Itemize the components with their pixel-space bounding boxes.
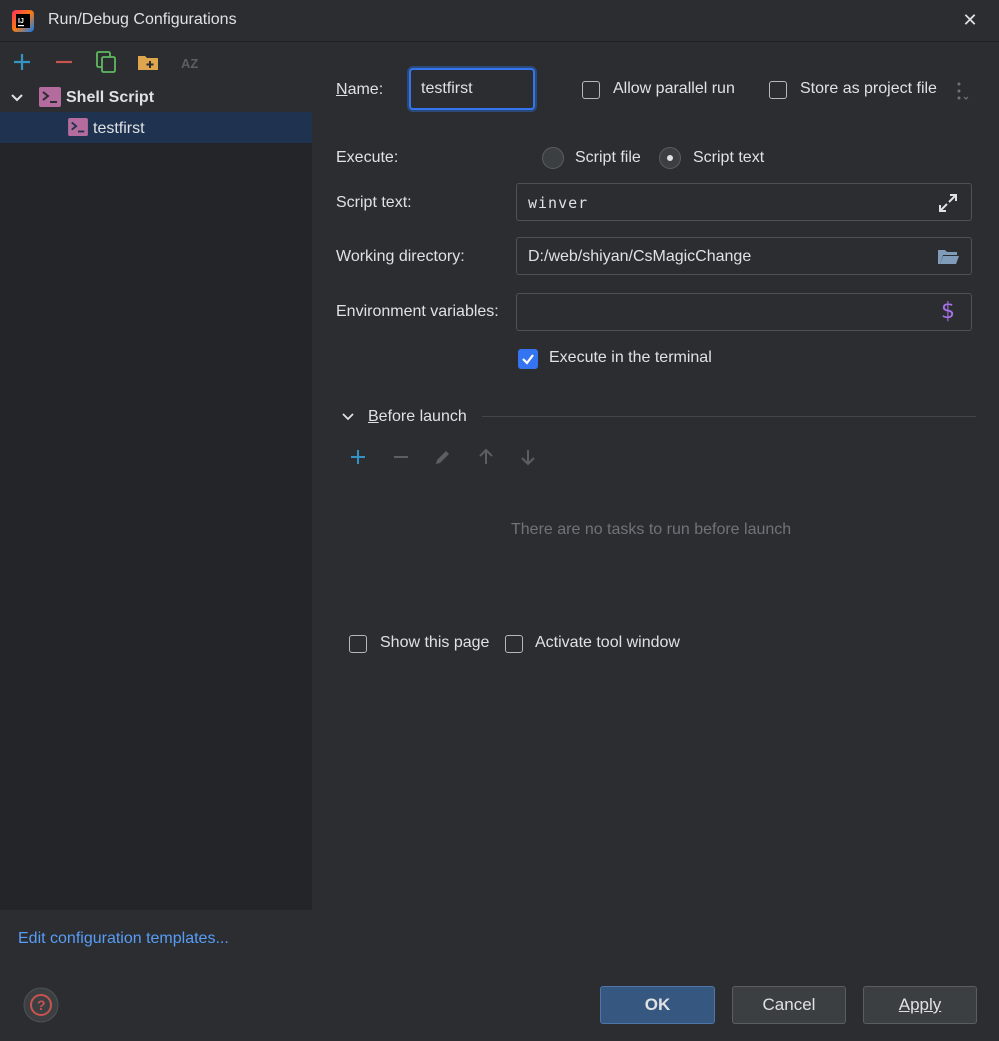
tree-empty-area — [0, 143, 312, 910]
move-up-icon — [479, 448, 493, 464]
more-options-icon[interactable] — [954, 80, 972, 102]
activate-tool-label: Activate tool window — [535, 634, 680, 651]
copy-icon[interactable] — [93, 49, 119, 75]
store-project-label: Store as project file — [800, 80, 937, 97]
no-tasks-message: There are no tasks to run before launch — [511, 521, 792, 538]
tree-item-testfirst[interactable]: testfirst — [0, 112, 312, 143]
help-icon[interactable]: ? — [23, 987, 59, 1023]
env-vars-field[interactable]: $ — [516, 293, 972, 331]
add-task-icon[interactable] — [348, 447, 368, 467]
radio-script-file-label: Script file — [575, 149, 641, 166]
divider — [482, 416, 976, 417]
cancel-button[interactable]: Cancel — [732, 986, 846, 1024]
edit-task-icon — [436, 451, 449, 464]
radio-script-text-label: Script text — [693, 149, 765, 166]
add-icon[interactable] — [9, 49, 35, 75]
remove-task-icon — [394, 456, 408, 458]
script-text-field[interactable]: winver — [516, 183, 972, 221]
working-dir-field[interactable]: D:/web/shiyan/CsMagicChange — [516, 237, 972, 275]
move-down-icon — [521, 450, 535, 466]
env-vars-label: Environment variables: — [336, 303, 499, 320]
edit-templates-link[interactable]: Edit configuration templates... — [18, 930, 229, 948]
folder-add-icon[interactable] — [135, 49, 161, 75]
checkmark-icon — [522, 354, 534, 365]
execute-label: Execute: — [336, 149, 399, 166]
dollar-icon[interactable]: $ — [941, 299, 955, 324]
activate-tool-checkbox[interactable] — [505, 635, 523, 653]
shell-script-icon — [68, 118, 88, 136]
working-dir-label: Working directory: — [336, 248, 465, 265]
expand-icon[interactable] — [937, 192, 959, 214]
name-input[interactable] — [409, 68, 535, 110]
store-project-checkbox[interactable] — [769, 81, 787, 99]
execute-terminal-checkbox[interactable] — [518, 349, 538, 369]
allow-parallel-label: Allow parallel run — [613, 80, 735, 97]
show-page-label: Show this page — [380, 634, 490, 651]
svg-text:?: ? — [37, 997, 46, 1013]
script-text-label: Script text: — [336, 194, 412, 211]
svg-text:AZ: AZ — [181, 56, 198, 71]
before-launch-label[interactable]: Before launch — [368, 408, 467, 426]
allow-parallel-checkbox[interactable] — [582, 81, 600, 99]
chevron-down-icon[interactable] — [340, 409, 356, 425]
remove-icon[interactable] — [51, 49, 77, 75]
svg-text:IJ: IJ — [18, 18, 24, 25]
apply-button[interactable]: Apply — [863, 986, 977, 1024]
name-label: Name: — [336, 81, 384, 98]
working-dir-value: D:/web/shiyan/CsMagicChange — [528, 248, 752, 265]
shell-script-icon — [39, 87, 61, 107]
radio-script-file[interactable] — [542, 147, 564, 169]
show-page-checkbox[interactable] — [349, 635, 367, 653]
tree-item-shell-script[interactable]: Shell Script — [0, 84, 312, 112]
ok-button[interactable]: OK — [600, 986, 715, 1024]
tree-item-label: Shell Script — [66, 89, 155, 106]
intellij-logo-icon: IJ — [12, 10, 34, 32]
folder-icon[interactable] — [936, 247, 960, 267]
sort-alpha-icon: AZ — [181, 56, 198, 71]
script-text-value: winver — [528, 194, 589, 212]
radio-script-text[interactable] — [659, 147, 681, 169]
chevron-down-icon[interactable] — [8, 89, 26, 107]
execute-terminal-label: Execute in the terminal — [549, 349, 712, 366]
close-icon[interactable]: ✕ — [956, 6, 984, 34]
window-title: Run/Debug Configurations — [48, 11, 237, 28]
tree-item-label: testfirst — [93, 120, 145, 137]
